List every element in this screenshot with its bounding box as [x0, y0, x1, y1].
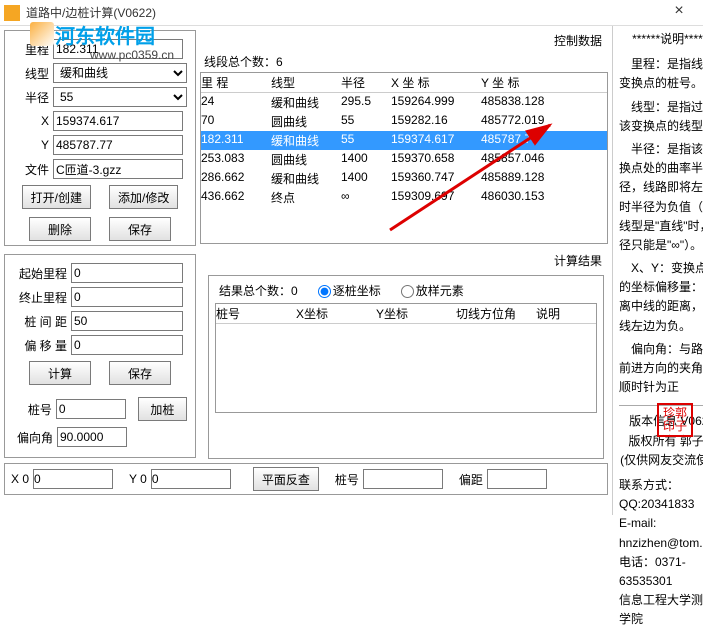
table-row[interactable]: 70圆曲线55159282.16485772.019	[201, 112, 607, 131]
app-icon	[4, 5, 20, 21]
wenjian-input[interactable]	[53, 159, 183, 179]
y0-label: Y 0	[129, 472, 147, 486]
stamp: 珍郭印子	[657, 403, 693, 437]
pxj-input[interactable]	[57, 427, 127, 447]
start-label: 起始里程	[11, 265, 67, 282]
y-label: Y	[11, 138, 49, 152]
table-row[interactable]: 436.662终点∞159309.697486030.153	[201, 188, 607, 207]
addpile-button[interactable]: 加桩	[138, 397, 187, 421]
explain-panel: ******说明****** 里程：是指线型变换点的桩号。 线型：是指过了该变换…	[612, 26, 703, 515]
table-row[interactable]: 253.083圆曲线1400159370.658485857.046	[201, 150, 607, 169]
xianxing-label: 线型	[11, 65, 49, 82]
wenjian-label: 文件	[11, 161, 49, 178]
segcount-label: 线段总个数：	[204, 55, 276, 69]
explain-p4: X、Y：变换点处的坐标偏移量：偏离中线的距离，中线左边为负。	[619, 259, 703, 336]
calc-result-label: 计算结果	[204, 250, 608, 271]
table-row[interactable]: 182.311缓和曲线55159374.617485787.77	[201, 131, 607, 150]
end-label: 终止里程	[11, 289, 67, 306]
pxj-label: 偏向角	[11, 429, 53, 446]
banjing-label: 半径	[11, 89, 49, 106]
bottom-zh-input[interactable]	[363, 469, 443, 489]
save-control-button[interactable]: 保存	[109, 217, 171, 241]
open-create-button[interactable]: 打开/创建	[22, 185, 91, 209]
x0-label: X 0	[11, 472, 29, 486]
bottom-zh-label: 桩号	[335, 471, 359, 488]
x-input[interactable]	[53, 111, 183, 131]
zh-input[interactable]	[56, 399, 126, 419]
results-table-header: 桩号 X坐标 Y坐标 切线方位角 说明	[216, 304, 596, 324]
xianxing-select[interactable]: 缓和曲线	[53, 63, 187, 83]
total-value: 0	[291, 284, 298, 298]
licheng-input[interactable]	[53, 39, 183, 59]
explain-p3: 半径：是指该变换点处的曲率半径，线路即将左转时半径为负值（当线型是"直线"时，半…	[619, 140, 703, 255]
y-input[interactable]	[53, 135, 183, 155]
pj-input[interactable]	[487, 469, 547, 489]
window-title: 道路中/边桩计算(V0622)	[26, 4, 659, 21]
contact5: 电话：0371-63535301	[619, 553, 703, 591]
ver3: (仅供网友交流使用)	[619, 451, 703, 470]
pmfc-button[interactable]: 平面反查	[253, 467, 319, 491]
control-data-label: 控制数据	[200, 30, 608, 51]
add-modify-button[interactable]: 添加/修改	[109, 185, 178, 209]
contact6: 信息工程大学测绘学院	[619, 591, 703, 629]
y0-input[interactable]	[151, 469, 231, 489]
delete-button[interactable]: 删除	[29, 217, 91, 241]
licheng-label: 里程	[11, 41, 49, 58]
pj-label: 偏距	[459, 471, 483, 488]
explain-p5: 偏向角：与路线前进方向的夹角，顺时针为正	[619, 340, 703, 398]
start-input[interactable]	[71, 263, 183, 283]
zh-label: 桩号	[11, 401, 52, 418]
explain-p1: 里程：是指线型变换点的桩号。	[619, 55, 703, 93]
x-label: X	[11, 114, 49, 128]
results-table[interactable]: 桩号 X坐标 Y坐标 切线方位角 说明	[215, 303, 597, 413]
control-table[interactable]: 里 程 线型 半径 X 坐 标 Y 坐 标 24缓和曲线295.5159264.…	[200, 72, 608, 244]
save-result-button[interactable]: 保存	[109, 361, 171, 385]
control-table-header: 里 程 线型 半径 X 坐 标 Y 坐 标	[201, 73, 607, 93]
offset-label: 偏 移 量	[11, 337, 67, 354]
banjing-select[interactable]: 55	[53, 87, 187, 107]
x0-input[interactable]	[33, 469, 113, 489]
interval-label: 桩 间 距	[11, 313, 67, 330]
offset-input[interactable]	[71, 335, 183, 355]
contact1: 联系方式：	[619, 476, 703, 495]
close-icon[interactable]: ×	[659, 0, 699, 26]
contact2: QQ:20341833	[619, 495, 703, 514]
titlebar: 道路中/边桩计算(V0622) ×	[0, 0, 703, 26]
contact3: E-mail:	[619, 514, 703, 533]
end-input[interactable]	[71, 287, 183, 307]
radio-fangyang[interactable]: 放样元素	[401, 282, 464, 299]
calc-button[interactable]: 计算	[29, 361, 91, 385]
explain-title: ******说明******	[619, 30, 703, 49]
radio-zhuzhang[interactable]: 逐桩坐标	[318, 282, 381, 299]
segcount-value: 6	[276, 55, 283, 69]
explain-p2: 线型：是指过了该变换点的线型。	[619, 98, 703, 136]
total-label: 结果总个数：	[219, 284, 291, 298]
contact4: hnzizhen@tom.com	[619, 534, 703, 553]
table-row[interactable]: 24缓和曲线295.5159264.999485838.128	[201, 93, 607, 112]
interval-input[interactable]	[71, 311, 183, 331]
table-row[interactable]: 286.662缓和曲线1400159360.747485889.128	[201, 169, 607, 188]
